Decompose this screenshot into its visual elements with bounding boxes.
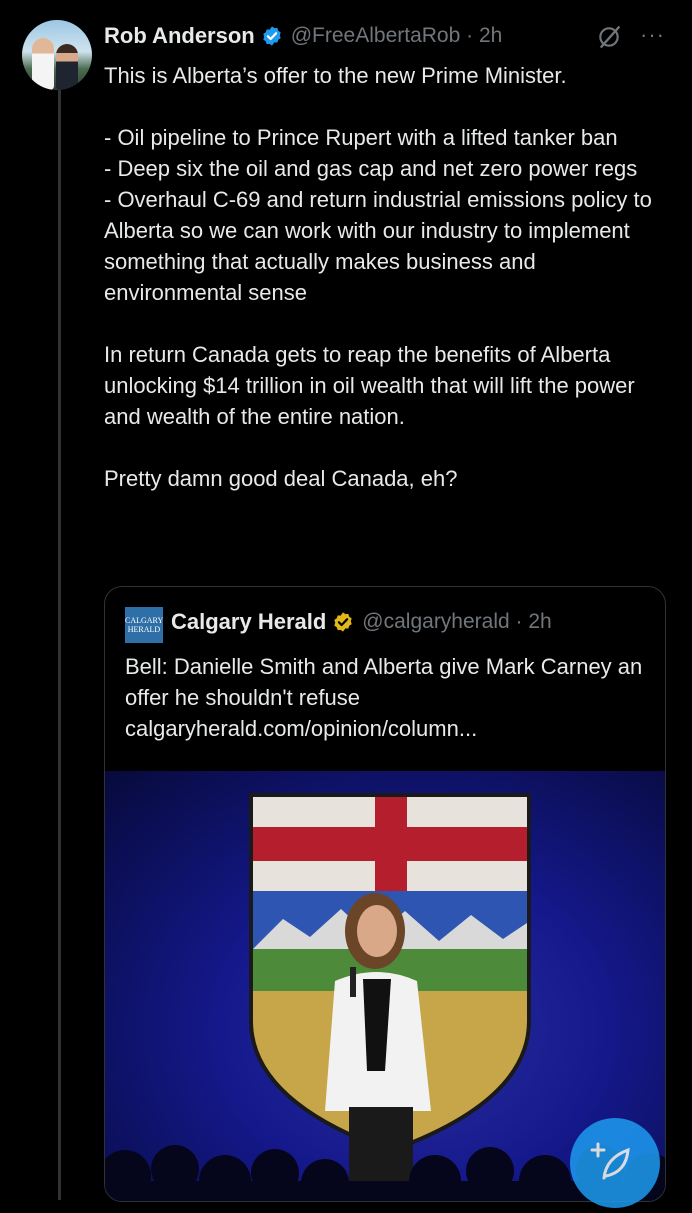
more-icon[interactable]: ··· [640,22,665,48]
verified-icon [263,26,281,46]
tweet-header: Rob Anderson @FreeAlbertaRob · 2h [104,20,502,52]
quoted-tweet-header: Calgary Herald @calgaryherald · 2h [171,609,552,635]
avatar-person-right [56,44,78,90]
thread-connector-line [58,90,61,1200]
author-name[interactable]: Rob Anderson [104,23,255,49]
quoted-author-name[interactable]: Calgary Herald [171,609,326,635]
logo-text-line2: HERALD [127,625,161,634]
tweet-text: This is Alberta’s offer to the new Prime… [104,63,652,491]
avatar-person-left [32,38,54,90]
calgary-herald-logo: CALGARY HERALD [125,607,163,643]
quoted-tweet-card[interactable]: CALGARY HERALD Calgary Herald @calgaryhe… [104,586,666,1202]
compose-icon [590,1142,630,1180]
quoted-tweet-text: Bell: Danielle Smith and Alberta give Ma… [125,654,643,741]
logo-text-line1: CALGARY [125,616,164,625]
grok-icon[interactable] [596,24,622,50]
compose-button[interactable] [570,1118,660,1208]
author-handle-time[interactable]: @FreeAlbertaRob · 2h [291,24,503,48]
avatar[interactable] [22,20,92,90]
verified-org-icon [334,612,353,632]
quoted-author-handle-time[interactable]: @calgaryherald · 2h [362,610,551,634]
